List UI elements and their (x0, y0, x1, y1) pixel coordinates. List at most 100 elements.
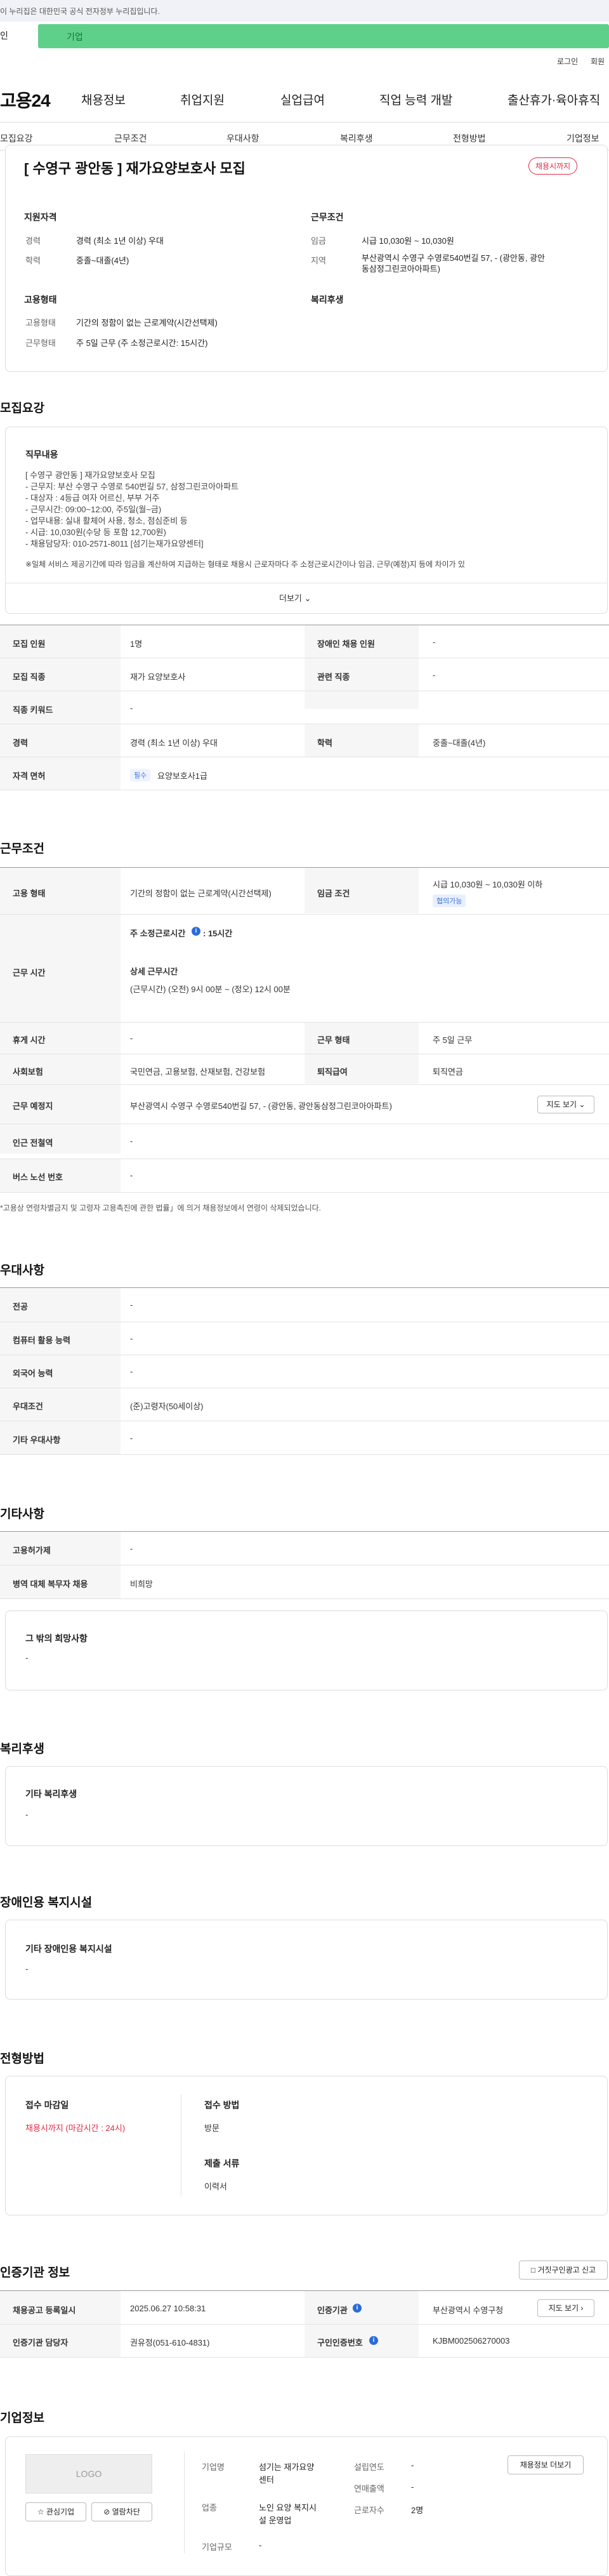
member-type-personal[interactable]: 인 (0, 29, 8, 42)
nav-item-parental-leave[interactable]: 출산휴가·육아휴직 (508, 91, 600, 108)
tab-recruit[interactable]: 모집요강 (0, 132, 33, 145)
table-row-key: 학력 (317, 738, 332, 748)
work-type-label: 근무형태 (25, 338, 56, 348)
welfare-card (5, 1766, 608, 1846)
table-row-key: 인근 전철역 (13, 1138, 53, 1148)
table-row-value: 권유정(051-610-4831) (130, 2338, 210, 2347)
nav-item-training[interactable]: 직업 능력 개발 (379, 91, 452, 108)
info-icon[interactable]: i (353, 2304, 362, 2313)
other-wishes-card (5, 1610, 608, 1690)
disabled-facilities-card (5, 1920, 608, 2000)
table-row-value: KJBM002506270003 (433, 2336, 510, 2346)
deadline-value: 채용시까지 (마감시간 : 24시) (25, 2123, 126, 2133)
disabled-facilities-heading: 장애인용 복지시설 (0, 1896, 93, 1909)
table-row-divider (0, 2357, 609, 2358)
company-name-line1: 섬기는 재가요양 (259, 2462, 315, 2472)
welfare-section-heading: 복리후생 (0, 1743, 44, 1756)
duty-line (25, 550, 584, 559)
status-badge: 채용시까지 (528, 157, 578, 175)
other-wishes-heading: 그 밖의 희망사항 (25, 1633, 88, 1643)
table-row-value: 부산광역시 수영구청 (433, 2306, 504, 2315)
company-size-label: 기업규모 (202, 2542, 232, 2552)
join-link[interactable]: 회원 (591, 56, 605, 67)
block-view-button[interactable]: ⊘ 열람차단 (91, 2502, 152, 2521)
documents-heading: 제출 서류 (204, 2158, 240, 2168)
tab-company[interactable]: 기업정보 (566, 132, 599, 145)
more-jobs-button[interactable]: 채용정보 더보기 (508, 2455, 584, 2474)
table-row-value: 시급 10,030원 ~ 10,030원 이하 (433, 880, 543, 889)
report-fake-ad-button[interactable]: □ 거짓구인광고 신고 (519, 2261, 608, 2280)
duty-line: - 대상자 : 4등급 여자 어르신, 부부 거주 (25, 493, 160, 503)
info-icon[interactable]: i (192, 927, 200, 936)
nav-item-employment-support[interactable]: 취업지원 (180, 91, 225, 108)
welfare-heading: 복리후생 (311, 295, 344, 305)
table-row-value: 국민연금, 고용보험, 산재보험, 건강보험 (130, 1067, 266, 1077)
table-row-value: 부산광역시 수영구 수영로540번길 57, - (광안동, 광안동삼정그린코아… (130, 1101, 392, 1111)
agency-map-button[interactable]: 지도 보기 › (537, 2299, 594, 2317)
table-row-key: 버스 노선 번호 (13, 1172, 63, 1182)
map-button[interactable]: 지도 보기 ⌄ (537, 1096, 594, 1113)
method-heading: 접수 방법 (204, 2100, 240, 2110)
duty-line: - 시급: 10,030원(수당 등 포함 12,700원) (25, 528, 166, 537)
gov-banner-text: 이 누리집은 대한민국 공식 전자정부 누리집입니다. (0, 7, 160, 16)
tab-preferences[interactable]: 우대사항 (226, 132, 259, 145)
table-row-key: 관련 직종 (317, 672, 350, 682)
table-row-key: 우대조건 (13, 1402, 43, 1411)
nav-item-jobs[interactable]: 채용정보 (81, 91, 126, 108)
nav-item-unemployment[interactable]: 실업급여 (280, 91, 325, 108)
duty-line: - 근무시간: 09:00~12:00, 주5일(월~금) (25, 505, 162, 514)
table-row-value: 1명 (130, 639, 143, 649)
disabled-facilities-sub-heading: 기타 장애인용 복지시설 (25, 1944, 112, 1954)
more-button[interactable]: 더보기 ⌄ (279, 592, 311, 604)
nav-divider (0, 122, 609, 123)
recruit-heading: 모집요강 (0, 402, 44, 415)
more-label: 더보기 (279, 594, 302, 603)
duty-line: ※일체 서비스 제공기간에 따라 임금을 계산하여 지급하는 형태로 채용시 근… (25, 560, 465, 569)
page-title: [ 수영구 광안동 ] 재가요양보호사 모집 (24, 161, 246, 176)
table-row-divider (0, 1598, 609, 1599)
duty-line: - 채용담당자: 010-2571-8011 [섬기는재가요양센터] (25, 539, 204, 548)
conditions-heading: 근무조건 (311, 212, 344, 222)
member-type-company-label: 기업 (67, 32, 83, 42)
table-row-value: - (130, 1367, 133, 1376)
duty-line: [ 수영구 광안동 ] 재가요양보호사 모집 (25, 470, 155, 480)
table-row-key: 채용공고 등록일시 (13, 2306, 76, 2315)
chevron-down-icon: ⌄ (304, 594, 311, 603)
duty-line: - 근무지: 부산 수영구 수영로 540번길 57, 삼정그린코아아파트 (25, 482, 239, 491)
more-jobs-label: 채용정보 더보기 (520, 2460, 572, 2469)
negotiable-badge: 협의가능 (433, 894, 466, 907)
duty-line: - 업무내용: 실내 활체어 사용, 청소, 점심준비 등 (25, 516, 188, 526)
tab-conditions[interactable]: 근무조건 (114, 132, 147, 145)
education-label: 학력 (25, 256, 41, 265)
table-row-divider (0, 1192, 609, 1193)
table-row-key: 병역 대체 복무자 채용 (13, 1579, 88, 1589)
founded-value: - (411, 2460, 414, 2470)
table-row-value: (준)고령자(50세이상) (130, 1402, 204, 1411)
gov-banner: 이 누리집은 대한민국 공식 전자정부 누리집입니다. (0, 0, 609, 22)
table-row-value: 중졸~대졸(4년) (433, 738, 486, 748)
table-row-value: 주 5일 근무 (433, 1035, 473, 1045)
table-row-value: 재가 요양보호사 (130, 672, 186, 682)
login-link[interactable]: 로그인 (557, 56, 578, 67)
table-row-value: - (130, 1136, 133, 1146)
industry-line2: 설 운영업 (259, 2516, 292, 2525)
info-icon[interactable]: i (369, 2336, 378, 2345)
deadline-heading: 접수 마감일 (25, 2100, 69, 2110)
favorite-company-button[interactable]: ☆ 관심기업 (25, 2502, 86, 2521)
region-value-line2: 동삼정그린코아아파트) (362, 264, 440, 274)
block-view-label: 열람차단 (112, 2507, 140, 2516)
company-heading: 기업정보 (0, 2412, 44, 2425)
site-logo[interactable]: 고용24 (0, 87, 51, 112)
tab-selection[interactable]: 전형방법 (453, 132, 486, 145)
table-row-value: - (130, 1171, 133, 1180)
table-row-value: - (130, 1033, 133, 1043)
employment-type-heading: 고용형태 (24, 295, 57, 305)
member-type-company[interactable]: 기업 (38, 24, 609, 48)
weekly-hours-value: : 15시간 (203, 929, 233, 938)
agency-heading: 인증기관 정보 (0, 2266, 70, 2280)
career-value: 경력 (최소 1년 이상) 우대 (76, 236, 164, 246)
table-row-divider (0, 1022, 609, 1023)
table-row-key: 휴게 시간 (13, 1035, 46, 1045)
table-row-key: 컴퓨터 활용 능력 (13, 1336, 70, 1345)
tab-welfare[interactable]: 복리후생 (340, 132, 373, 145)
